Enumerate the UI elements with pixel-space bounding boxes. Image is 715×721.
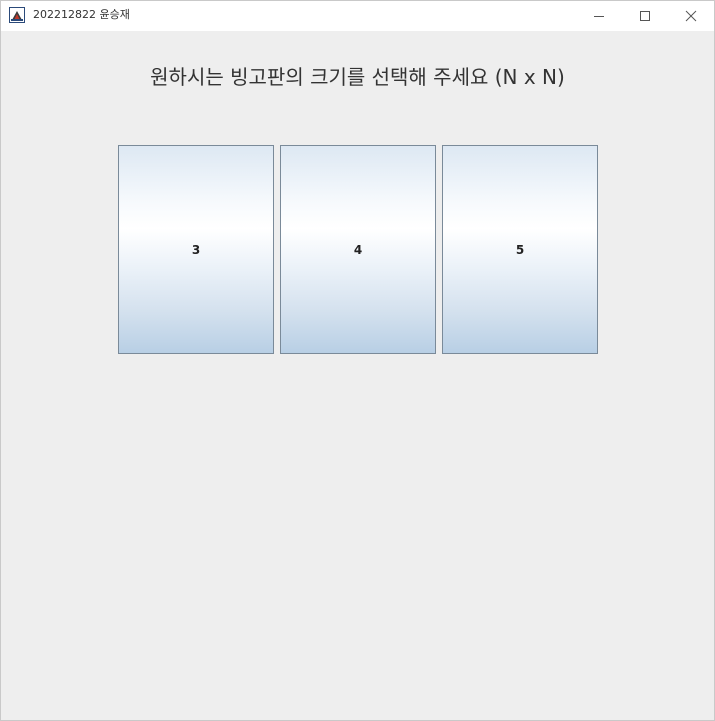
window-title: 202212822 윤승재 [33, 8, 130, 21]
title-bar[interactable]: 202212822 윤승재 [1, 1, 714, 31]
size-4-label: 4 [353, 242, 363, 257]
content-panel: 원하시는 빙고판의 크기를 선택해 주세요 (N x N) 3 4 5 [1, 31, 714, 720]
java-app-icon [9, 7, 25, 23]
maximize-icon [639, 10, 651, 22]
close-icon [685, 10, 697, 22]
size-3-label: 3 [191, 242, 201, 257]
maximize-button[interactable] [622, 1, 668, 31]
close-button[interactable] [668, 1, 714, 31]
minimize-button[interactable] [576, 1, 622, 31]
size-3-button[interactable]: 3 [118, 145, 274, 354]
size-4-button[interactable]: 4 [280, 145, 436, 354]
board-size-prompt: 원하시는 빙고판의 크기를 선택해 주세요 (N x N) [150, 65, 565, 89]
minimize-icon [593, 10, 605, 22]
size-5-label: 5 [515, 242, 525, 257]
size-5-button[interactable]: 5 [442, 145, 598, 354]
application-window: 202212822 윤승재 원하시는 빙고판의 크기를 선택해 주세요 (N x… [0, 0, 715, 721]
